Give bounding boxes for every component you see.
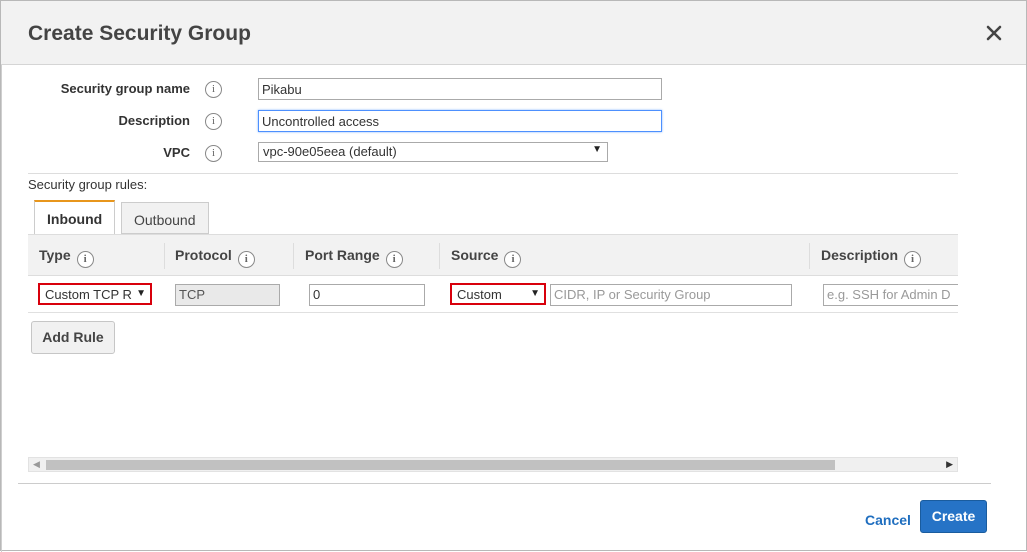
column-header-source: Source i — [451, 235, 522, 277]
description-label: Description — [118, 113, 190, 128]
rules-table-header: Type i Protocol i Port Range i Source i Desc… — [28, 234, 958, 276]
column-separator — [809, 243, 810, 269]
vpc-select[interactable]: vpc-90e05eea (default) ▼ — [258, 142, 608, 162]
close-icon — [986, 25, 1002, 41]
tab-outbound[interactable]: Outbound — [121, 202, 209, 234]
rules-table: Type i Protocol i Port Range i Source i Desc… — [28, 234, 958, 470]
tab-inbound[interactable]: Inbound — [34, 200, 115, 234]
column-header-description: Description i — [821, 235, 922, 277]
rules-divider — [28, 173, 958, 174]
column-header-description-label: Description — [821, 247, 899, 263]
source-info-icon[interactable]: i — [504, 251, 522, 268]
vpc-label: VPC — [163, 145, 190, 160]
security-group-name-info-icon[interactable]: i — [205, 81, 222, 98]
horizontal-scrollbar[interactable]: ◀ ▶ — [28, 457, 958, 472]
column-header-type-label: Type — [39, 247, 71, 263]
dialog-header: Create Security Group — [1, 1, 1026, 65]
dropdown-arrow-icon: ▼ — [592, 144, 602, 155]
create-security-group-dialog: Create Security Group Security group nam… — [0, 0, 1027, 552]
description-info-icon[interactable]: i — [205, 113, 222, 130]
column-separator — [164, 243, 165, 269]
column-separator — [293, 243, 294, 269]
column-header-protocol: Protocol i — [175, 235, 255, 277]
security-group-rules-label: Security group rules: — [28, 177, 148, 192]
column-header-port-range: Port Range i — [305, 235, 403, 277]
port-range-input[interactable]: 0 — [309, 284, 425, 306]
scroll-right-icon[interactable]: ▶ — [946, 459, 953, 470]
type-select-value: Custom TCP R — [45, 287, 132, 302]
type-select[interactable]: Custom TCP R ▼ — [38, 283, 152, 305]
description-col-info-icon[interactable]: i — [904, 251, 922, 268]
cancel-button[interactable]: Cancel — [865, 512, 911, 528]
column-header-protocol-label: Protocol — [175, 247, 232, 263]
security-group-name-label: Security group name — [60, 81, 190, 96]
description-input[interactable] — [258, 110, 662, 132]
source-select[interactable]: Custom ▼ — [450, 283, 546, 305]
dropdown-arrow-icon: ▼ — [134, 288, 146, 299]
type-info-icon[interactable]: i — [76, 251, 94, 268]
port-range-info-icon[interactable]: i — [385, 251, 403, 268]
rule-description-input[interactable]: e.g. SSH for Admin D — [823, 284, 958, 306]
create-button[interactable]: Create — [920, 500, 987, 533]
column-header-source-label: Source — [451, 247, 499, 263]
column-header-type: Type i — [39, 235, 94, 277]
dropdown-arrow-icon: ▼ — [528, 288, 540, 299]
column-separator — [439, 243, 440, 269]
dialog-left-border — [1, 65, 2, 552]
close-button[interactable] — [982, 21, 1006, 45]
scroll-left-icon[interactable]: ◀ — [33, 459, 40, 470]
add-rule-button[interactable]: Add Rule — [31, 321, 115, 354]
dialog-title: Create Security Group — [28, 22, 251, 45]
protocol-field: TCP — [175, 284, 280, 306]
column-header-port-range-label: Port Range — [305, 247, 380, 263]
protocol-info-icon[interactable]: i — [237, 251, 255, 268]
source-select-value: Custom — [457, 287, 502, 302]
security-group-name-input[interactable] — [258, 78, 662, 100]
vpc-select-value: vpc-90e05eea (default) — [263, 144, 397, 159]
source-cidr-input[interactable]: CIDR, IP or Security Group — [550, 284, 792, 306]
vpc-info-icon[interactable]: i — [205, 145, 222, 162]
scrollbar-thumb[interactable] — [46, 460, 835, 470]
footer-divider — [18, 483, 991, 484]
table-row: Custom TCP R ▼ TCP 0 Custom ▼ CIDR, IP o… — [28, 276, 958, 313]
